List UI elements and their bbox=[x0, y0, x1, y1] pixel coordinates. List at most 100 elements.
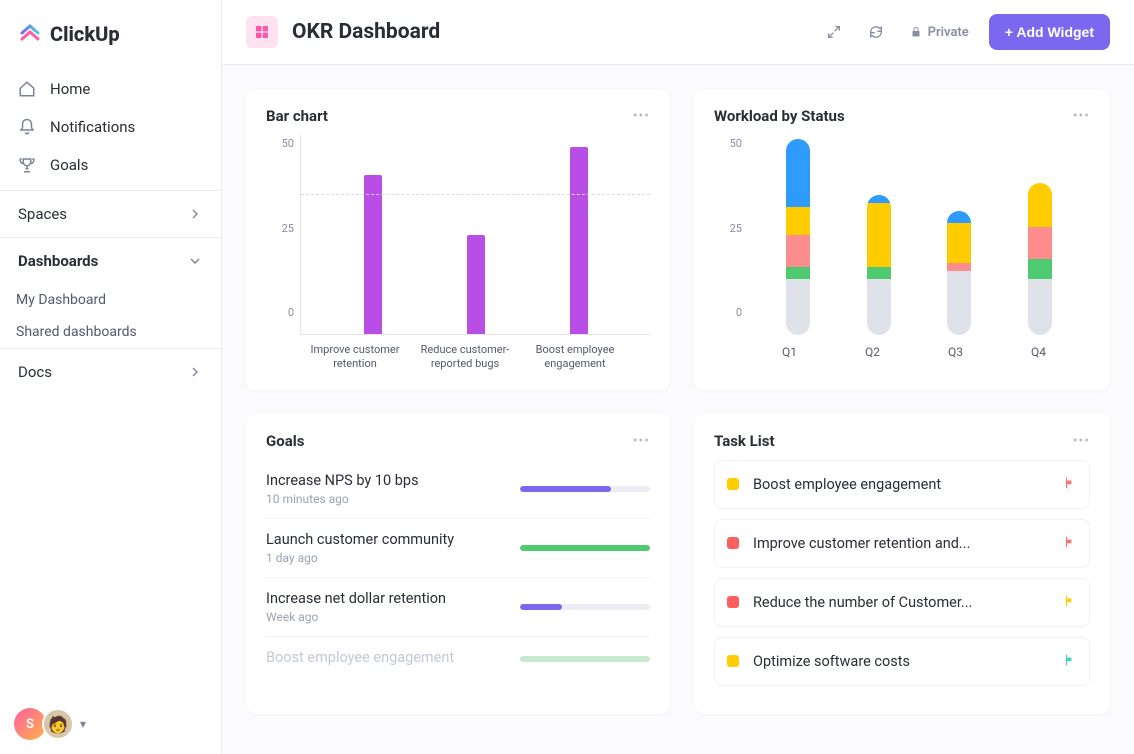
goal-time: Week ago bbox=[266, 610, 500, 624]
bar-segment bbox=[786, 235, 810, 267]
expand-icon bbox=[826, 24, 842, 40]
goal-title: Boost employee engagement bbox=[266, 649, 500, 666]
widget-title: Goals bbox=[266, 432, 304, 450]
widget-title: Task List bbox=[714, 432, 775, 450]
goal-item[interactable]: Launch customer community 1 day ago bbox=[266, 519, 650, 578]
chart-x-label: Q4 bbox=[1031, 345, 1046, 359]
widget-title: Bar chart bbox=[266, 107, 328, 125]
bar-segment bbox=[1028, 259, 1052, 279]
chart-bar bbox=[467, 235, 485, 335]
bar-segment bbox=[867, 267, 891, 279]
bar-segment bbox=[867, 279, 891, 335]
widget-goals: Goals ••• Increase NPS by 10 bps10 minut… bbox=[246, 414, 670, 714]
chart-x-label: Improve customer retention bbox=[300, 343, 410, 372]
nav-goals-label: Goals bbox=[50, 156, 88, 174]
widget-menu-button[interactable]: ••• bbox=[1073, 433, 1090, 449]
chevron-down-icon: ▾ bbox=[80, 717, 86, 731]
task-item[interactable]: Boost employee engagement bbox=[714, 460, 1090, 509]
task-item[interactable]: Optimize software costs bbox=[714, 637, 1090, 686]
trophy-icon bbox=[18, 156, 36, 174]
add-widget-button[interactable]: + Add Widget bbox=[989, 14, 1110, 50]
goal-progress bbox=[520, 545, 650, 551]
refresh-icon bbox=[868, 24, 884, 40]
status-dot bbox=[727, 537, 739, 549]
sidebar-item-shared-dashboards[interactable]: Shared dashboards bbox=[0, 316, 221, 348]
section-dashboards-label: Dashboards bbox=[18, 252, 98, 270]
bar-segment bbox=[947, 211, 971, 223]
privacy-indicator[interactable]: Private bbox=[910, 25, 969, 40]
bar-segment bbox=[786, 139, 810, 207]
task-label: Improve customer retention and... bbox=[753, 535, 1049, 552]
goal-time: 1 day ago bbox=[266, 551, 500, 565]
sidebar: ClickUp Home Notifications Goals Spaces bbox=[0, 0, 222, 754]
chart-bar bbox=[570, 147, 588, 334]
nav-goals[interactable]: Goals bbox=[0, 146, 221, 184]
flag-icon bbox=[1063, 593, 1077, 612]
chart-x-label: Q3 bbox=[948, 345, 963, 359]
status-dot bbox=[727, 596, 739, 608]
chevron-right-icon bbox=[187, 364, 203, 380]
goal-item[interactable]: Increase net dollar retention Week ago bbox=[266, 578, 650, 637]
stacked-bar bbox=[786, 139, 810, 335]
task-item[interactable]: Reduce the number of Customer... bbox=[714, 578, 1090, 627]
goal-progress bbox=[520, 656, 650, 662]
widget-menu-button[interactable]: ••• bbox=[1073, 108, 1090, 124]
chevron-right-icon bbox=[187, 206, 203, 222]
goal-progress bbox=[520, 486, 650, 492]
refresh-button[interactable] bbox=[862, 18, 890, 46]
flag-icon bbox=[1063, 534, 1077, 553]
chart-x-label: Reduce customer-reported bugs bbox=[410, 343, 520, 372]
chart-bar bbox=[364, 175, 382, 334]
widget-menu-button[interactable]: ••• bbox=[633, 433, 650, 449]
bar-segment bbox=[1028, 227, 1052, 259]
lock-icon bbox=[910, 26, 922, 38]
bell-icon bbox=[18, 118, 36, 136]
widget-task-list: Task List ••• Boost employee engagement I… bbox=[694, 414, 1110, 714]
task-label: Optimize software costs bbox=[753, 653, 1049, 670]
task-item[interactable]: Improve customer retention and... bbox=[714, 519, 1090, 568]
task-label: Reduce the number of Customer... bbox=[753, 594, 1049, 611]
goal-progress bbox=[520, 604, 650, 610]
stacked-bar bbox=[867, 195, 891, 335]
flag-icon bbox=[1063, 475, 1077, 494]
widget-title: Workload by Status bbox=[714, 107, 845, 125]
section-spaces-label: Spaces bbox=[18, 205, 67, 223]
section-dashboards[interactable]: Dashboards bbox=[0, 238, 221, 284]
expand-button[interactable] bbox=[820, 18, 848, 46]
bar-segment bbox=[1028, 183, 1052, 227]
clickup-logo-icon bbox=[18, 22, 42, 46]
status-dot bbox=[727, 655, 739, 667]
bar-segment bbox=[867, 195, 891, 203]
nav-home-label: Home bbox=[50, 80, 90, 98]
flag-icon bbox=[1063, 652, 1077, 671]
nav-notifications-label: Notifications bbox=[50, 118, 135, 136]
page-title: OKR Dashboard bbox=[292, 20, 440, 44]
task-label: Boost employee engagement bbox=[753, 476, 1049, 493]
section-spaces[interactable]: Spaces bbox=[0, 191, 221, 237]
goal-title: Increase net dollar retention bbox=[266, 590, 500, 607]
avatar-secondary: 🧑 bbox=[42, 708, 74, 740]
user-avatar-group[interactable]: S 🧑 ▾ bbox=[14, 708, 86, 740]
brand-logo[interactable]: ClickUp bbox=[0, 0, 221, 64]
chart-x-label: Boost employee engagement bbox=[520, 343, 630, 372]
bar-segment bbox=[786, 279, 810, 335]
chevron-down-icon bbox=[187, 253, 203, 269]
goal-item[interactable]: Increase NPS by 10 bps10 minutes ago bbox=[266, 460, 650, 519]
stacked-bar bbox=[1028, 183, 1052, 335]
dashboard-icon bbox=[246, 16, 278, 48]
goal-time: 10 minutes ago bbox=[266, 492, 500, 506]
widget-menu-button[interactable]: ••• bbox=[633, 108, 650, 124]
section-docs-label: Docs bbox=[18, 363, 52, 381]
section-docs[interactable]: Docs bbox=[0, 349, 221, 395]
home-icon bbox=[18, 80, 36, 98]
goal-title: Launch customer community bbox=[266, 531, 500, 548]
nav-notifications[interactable]: Notifications bbox=[0, 108, 221, 146]
bar-segment bbox=[1028, 279, 1052, 335]
stacked-bar bbox=[947, 211, 971, 335]
sidebar-item-my-dashboard[interactable]: My Dashboard bbox=[0, 284, 221, 316]
bar-segment bbox=[786, 207, 810, 235]
nav-home[interactable]: Home bbox=[0, 70, 221, 108]
status-dot bbox=[727, 478, 739, 490]
topbar: OKR Dashboard Private + Add Widget bbox=[222, 0, 1134, 65]
goal-item[interactable]: Boost employee engagement bbox=[266, 637, 650, 681]
